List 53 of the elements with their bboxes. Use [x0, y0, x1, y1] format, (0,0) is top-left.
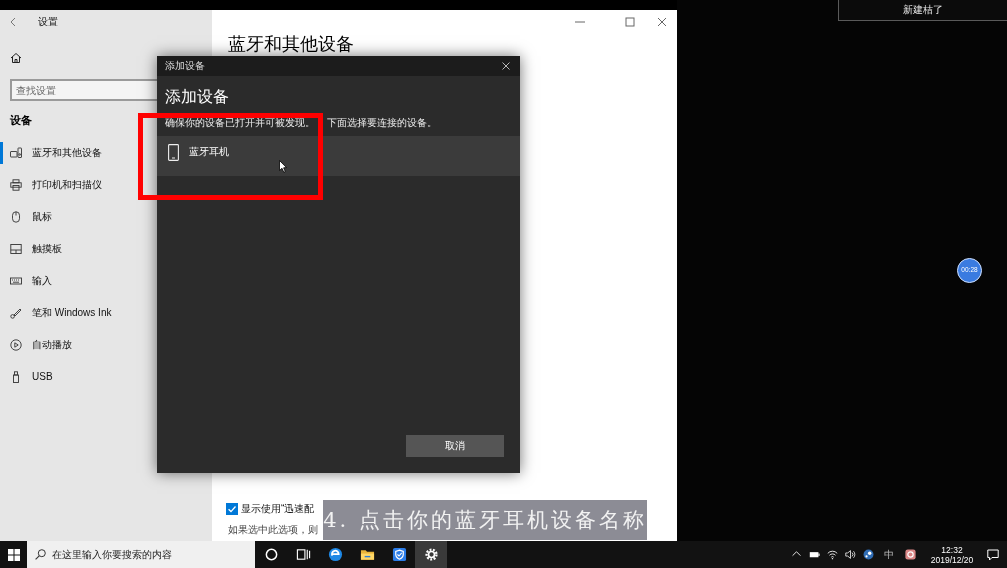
shield-icon — [391, 547, 407, 562]
dialog-title: 添加设备 — [165, 60, 205, 72]
nav-item[interactable]: 鼠标 — [0, 206, 212, 228]
settings-icon — [423, 547, 439, 562]
device-item[interactable]: 蓝牙耳机 — [157, 136, 520, 176]
dialog-description: 确保你的设备已打开并可被发现。 — [165, 117, 315, 129]
folder-icon — [359, 547, 375, 562]
nav-item[interactable]: 笔和 Windows Ink — [0, 302, 212, 324]
phone-icon — [168, 144, 179, 161]
clock-time[interactable]: 12:32 — [941, 544, 963, 555]
task-view-icon — [295, 547, 311, 562]
window-title: 设置 — [38, 16, 58, 28]
app-icon[interactable] — [904, 549, 916, 560]
devices-icon — [10, 147, 22, 159]
taskbar-search-field[interactable]: 在这里输入你要搜索的内容 — [27, 541, 255, 568]
pen-icon — [10, 307, 22, 319]
nav-item[interactable]: 自动播放 — [0, 334, 212, 356]
home-icon[interactable] — [10, 52, 22, 64]
maximize-icon[interactable] — [625, 17, 635, 27]
nav-item[interactable]: USB — [0, 366, 212, 388]
speaker-icon[interactable] — [844, 549, 856, 560]
circle-icon — [263, 547, 279, 562]
clock-date[interactable]: 2019/12/20 — [930, 554, 974, 565]
mouse-pointer-icon — [279, 160, 287, 173]
dialog-description: 下面选择要连接的设备。 — [327, 117, 437, 129]
nav-item[interactable]: 触摸板 — [0, 238, 212, 260]
browser-icon — [327, 547, 343, 562]
back-icon[interactable] — [10, 17, 16, 27]
windows-icon — [7, 548, 20, 561]
mouse-icon — [10, 211, 22, 223]
checkbox[interactable] — [226, 503, 238, 515]
video-caption: 4. 点击你的蓝牙耳机设备名称 — [323, 500, 647, 540]
section-heading: 设备 — [10, 113, 32, 127]
settings-button[interactable] — [415, 541, 447, 568]
notification-icon[interactable] — [987, 548, 999, 561]
play-circle-icon — [10, 339, 22, 351]
notification-banner: 新建桔了 — [838, 0, 1007, 21]
battery-icon[interactable] — [808, 549, 820, 560]
touchpad-icon — [10, 243, 22, 255]
app-icon[interactable] — [862, 549, 874, 560]
close-icon[interactable] — [657, 17, 667, 27]
nav-item[interactable]: 打印机和扫描仪 — [0, 174, 212, 196]
checkbox-label[interactable]: 显示使用“迅速配 — [241, 503, 315, 515]
page-title: 蓝牙和其他设备 — [228, 34, 354, 54]
cancel-button[interactable]: 取消 — [406, 435, 504, 457]
nav-item[interactable]: 输入 — [0, 270, 212, 292]
usb-icon — [10, 371, 22, 383]
printer-icon — [10, 179, 22, 191]
search-icon — [35, 549, 46, 560]
description-text: 如果选中此选项，则 — [228, 524, 318, 536]
input-method-indicator[interactable]: 中 — [879, 548, 899, 561]
wifi-icon[interactable] — [826, 549, 838, 560]
keyboard-icon — [10, 275, 22, 287]
